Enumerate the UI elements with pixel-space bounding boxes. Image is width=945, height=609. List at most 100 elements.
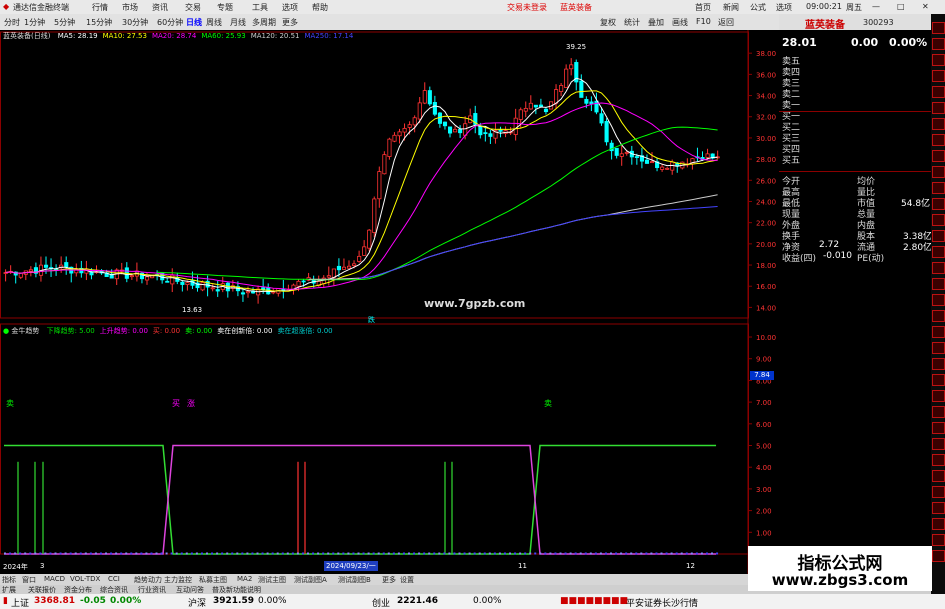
baseline-dot-135 [685, 552, 688, 555]
high-price-label: 39.25 [566, 43, 587, 51]
sidebar-tab-24[interactable] [932, 406, 945, 418]
indicator-tab-6[interactable]: 主力监控 [164, 575, 192, 585]
sidebar-tab-3[interactable] [932, 70, 945, 82]
menu-newsfeed[interactable]: 新闻 [723, 2, 739, 13]
menu-settings[interactable]: 选项 [776, 2, 792, 13]
period-tick[interactable]: 分时 [4, 17, 20, 28]
menu-tools[interactable]: 工具 [252, 2, 268, 13]
indicator-tab-12[interactable]: 更多 [382, 575, 396, 585]
sz-index-name[interactable]: 沪深 [188, 596, 206, 609]
baseline-dot-89 [453, 552, 456, 555]
sidebar-tab-27[interactable] [932, 454, 945, 466]
indicator-tab-13[interactable]: 设置 [400, 575, 414, 585]
sidebar-tab-19[interactable] [932, 326, 945, 338]
period-monthly[interactable]: 月线 [230, 17, 246, 28]
sh-index-name[interactable]: 上证 [11, 596, 29, 609]
minimize-icon[interactable]: — [872, 2, 880, 11]
indicator-tab-4[interactable]: CCI [108, 575, 120, 583]
indicator-tab-0[interactable]: 指标 [2, 575, 16, 585]
sidebar-tab-14[interactable] [932, 246, 945, 258]
candle-body-25 [129, 275, 134, 278]
close-icon[interactable]: ✕ [922, 2, 929, 11]
sidebar-tab-4[interactable] [932, 86, 945, 98]
sidebar-tab-7[interactable] [932, 134, 945, 146]
sidebar-tab-11[interactable] [932, 198, 945, 210]
menu-help[interactable]: 帮助 [312, 2, 328, 13]
period-weekly[interactable]: 周线 [206, 17, 222, 28]
sidebar-tab-6[interactable] [932, 118, 945, 130]
sidebar-tab-17[interactable] [932, 294, 945, 306]
indicator-tab-11[interactable]: 测试副图B [338, 575, 371, 585]
period-60min[interactable]: 60分钟 [157, 17, 183, 28]
sidebar-tab-13[interactable] [932, 230, 945, 242]
period-5min[interactable]: 5分钟 [54, 17, 75, 28]
tool-stats[interactable]: 统计 [624, 17, 640, 28]
sidebar-tab-5[interactable] [932, 102, 945, 114]
baseline-dot-63 [322, 552, 325, 555]
tool-back[interactable]: 返回 [718, 17, 734, 28]
sidebar-tab-22[interactable] [932, 374, 945, 386]
menu-news[interactable]: 资讯 [152, 2, 168, 13]
tool-adjust[interactable]: 复权 [600, 17, 616, 28]
login-notice[interactable]: 交易未登录 [507, 2, 547, 13]
indicator-tab-8[interactable]: MA2 [237, 575, 252, 583]
sidebar-tab-21[interactable] [932, 358, 945, 370]
sidebar-tab-0[interactable] [932, 22, 945, 34]
indicator-tab-2[interactable]: MACD [44, 575, 65, 583]
candle-body-79 [402, 127, 407, 133]
indicator-tab-1[interactable]: 窗口 [22, 575, 36, 585]
indicator-tab-7[interactable]: 私募主图 [199, 575, 227, 585]
indicator-tab-9[interactable]: 测试主图 [258, 575, 286, 585]
main-chart-title: 蓝英装备(日线) [3, 32, 51, 40]
indicator-tab-5[interactable]: 趋势动力 [134, 575, 162, 585]
menu-home[interactable]: 首页 [695, 2, 711, 13]
menu-market[interactable]: 市场 [122, 2, 138, 13]
tool-f10[interactable]: F10 [696, 17, 711, 26]
candle-body-119 [604, 121, 609, 143]
sidebar-tab-30[interactable] [932, 502, 945, 514]
sidebar-tab-20[interactable] [932, 342, 945, 354]
menu-formula[interactable]: 公式 [750, 2, 766, 13]
sidebar-tab-10[interactable] [932, 182, 945, 194]
stock-tab[interactable]: 蓝英装备 [560, 2, 592, 13]
indicator-tab-3[interactable]: VOL-TDX [70, 575, 100, 583]
period-multi[interactable]: 多周期 [252, 17, 276, 28]
menu-trade[interactable]: 交易 [185, 2, 201, 13]
sidebar-tab-1[interactable] [932, 38, 945, 50]
sidebar-tab-32[interactable] [932, 534, 945, 546]
period-more[interactable]: 更多 [282, 17, 298, 28]
sidebar-tab-25[interactable] [932, 422, 945, 434]
price-tick-label-9: 20.00 [756, 241, 776, 249]
sidebar-tab-18[interactable] [932, 310, 945, 322]
sidebar-tab-31[interactable] [932, 518, 945, 530]
sidebar-tab-2[interactable] [932, 54, 945, 66]
menu-quote[interactable]: 行情 [92, 2, 108, 13]
tool-overlay[interactable]: 叠加 [648, 17, 664, 28]
date-axis-start: 2024年 [3, 563, 28, 571]
sidebar-tab-23[interactable] [932, 390, 945, 402]
period-1min[interactable]: 1分钟 [24, 17, 45, 28]
baseline-dot-36 [185, 552, 188, 555]
indicator-tab-10[interactable]: 测试副图A [294, 575, 327, 585]
order-row-9[interactable]: 买五 [782, 153, 800, 166]
sidebar-tab-8[interactable] [932, 150, 945, 162]
sidebar-tab-26[interactable] [932, 438, 945, 450]
period-30min[interactable]: 30分钟 [122, 17, 148, 28]
maximize-icon[interactable]: □ [897, 2, 905, 11]
tool-draw[interactable]: 画线 [672, 17, 688, 28]
sidebar-tab-9[interactable] [932, 166, 945, 178]
menu-options[interactable]: 选项 [282, 2, 298, 13]
menu-topic[interactable]: 专题 [217, 2, 233, 13]
sidebar-tab-28[interactable] [932, 470, 945, 482]
sidebar-tab-33[interactable] [932, 550, 945, 562]
cy-index-name[interactable]: 创业 [372, 596, 390, 609]
chart-area[interactable]: 38.0036.0034.0032.0030.0028.0026.0024.00… [0, 30, 779, 574]
sidebar-tab-16[interactable] [932, 278, 945, 290]
sidebar-tab-12[interactable] [932, 214, 945, 226]
sidebar-tab-15[interactable] [932, 262, 945, 274]
period-daily[interactable]: 日线 [186, 17, 202, 28]
baseline-dot-38 [195, 552, 198, 555]
price-tick-label-11: 16.00 [756, 283, 776, 291]
sidebar-tab-29[interactable] [932, 486, 945, 498]
period-15min[interactable]: 15分钟 [86, 17, 112, 28]
